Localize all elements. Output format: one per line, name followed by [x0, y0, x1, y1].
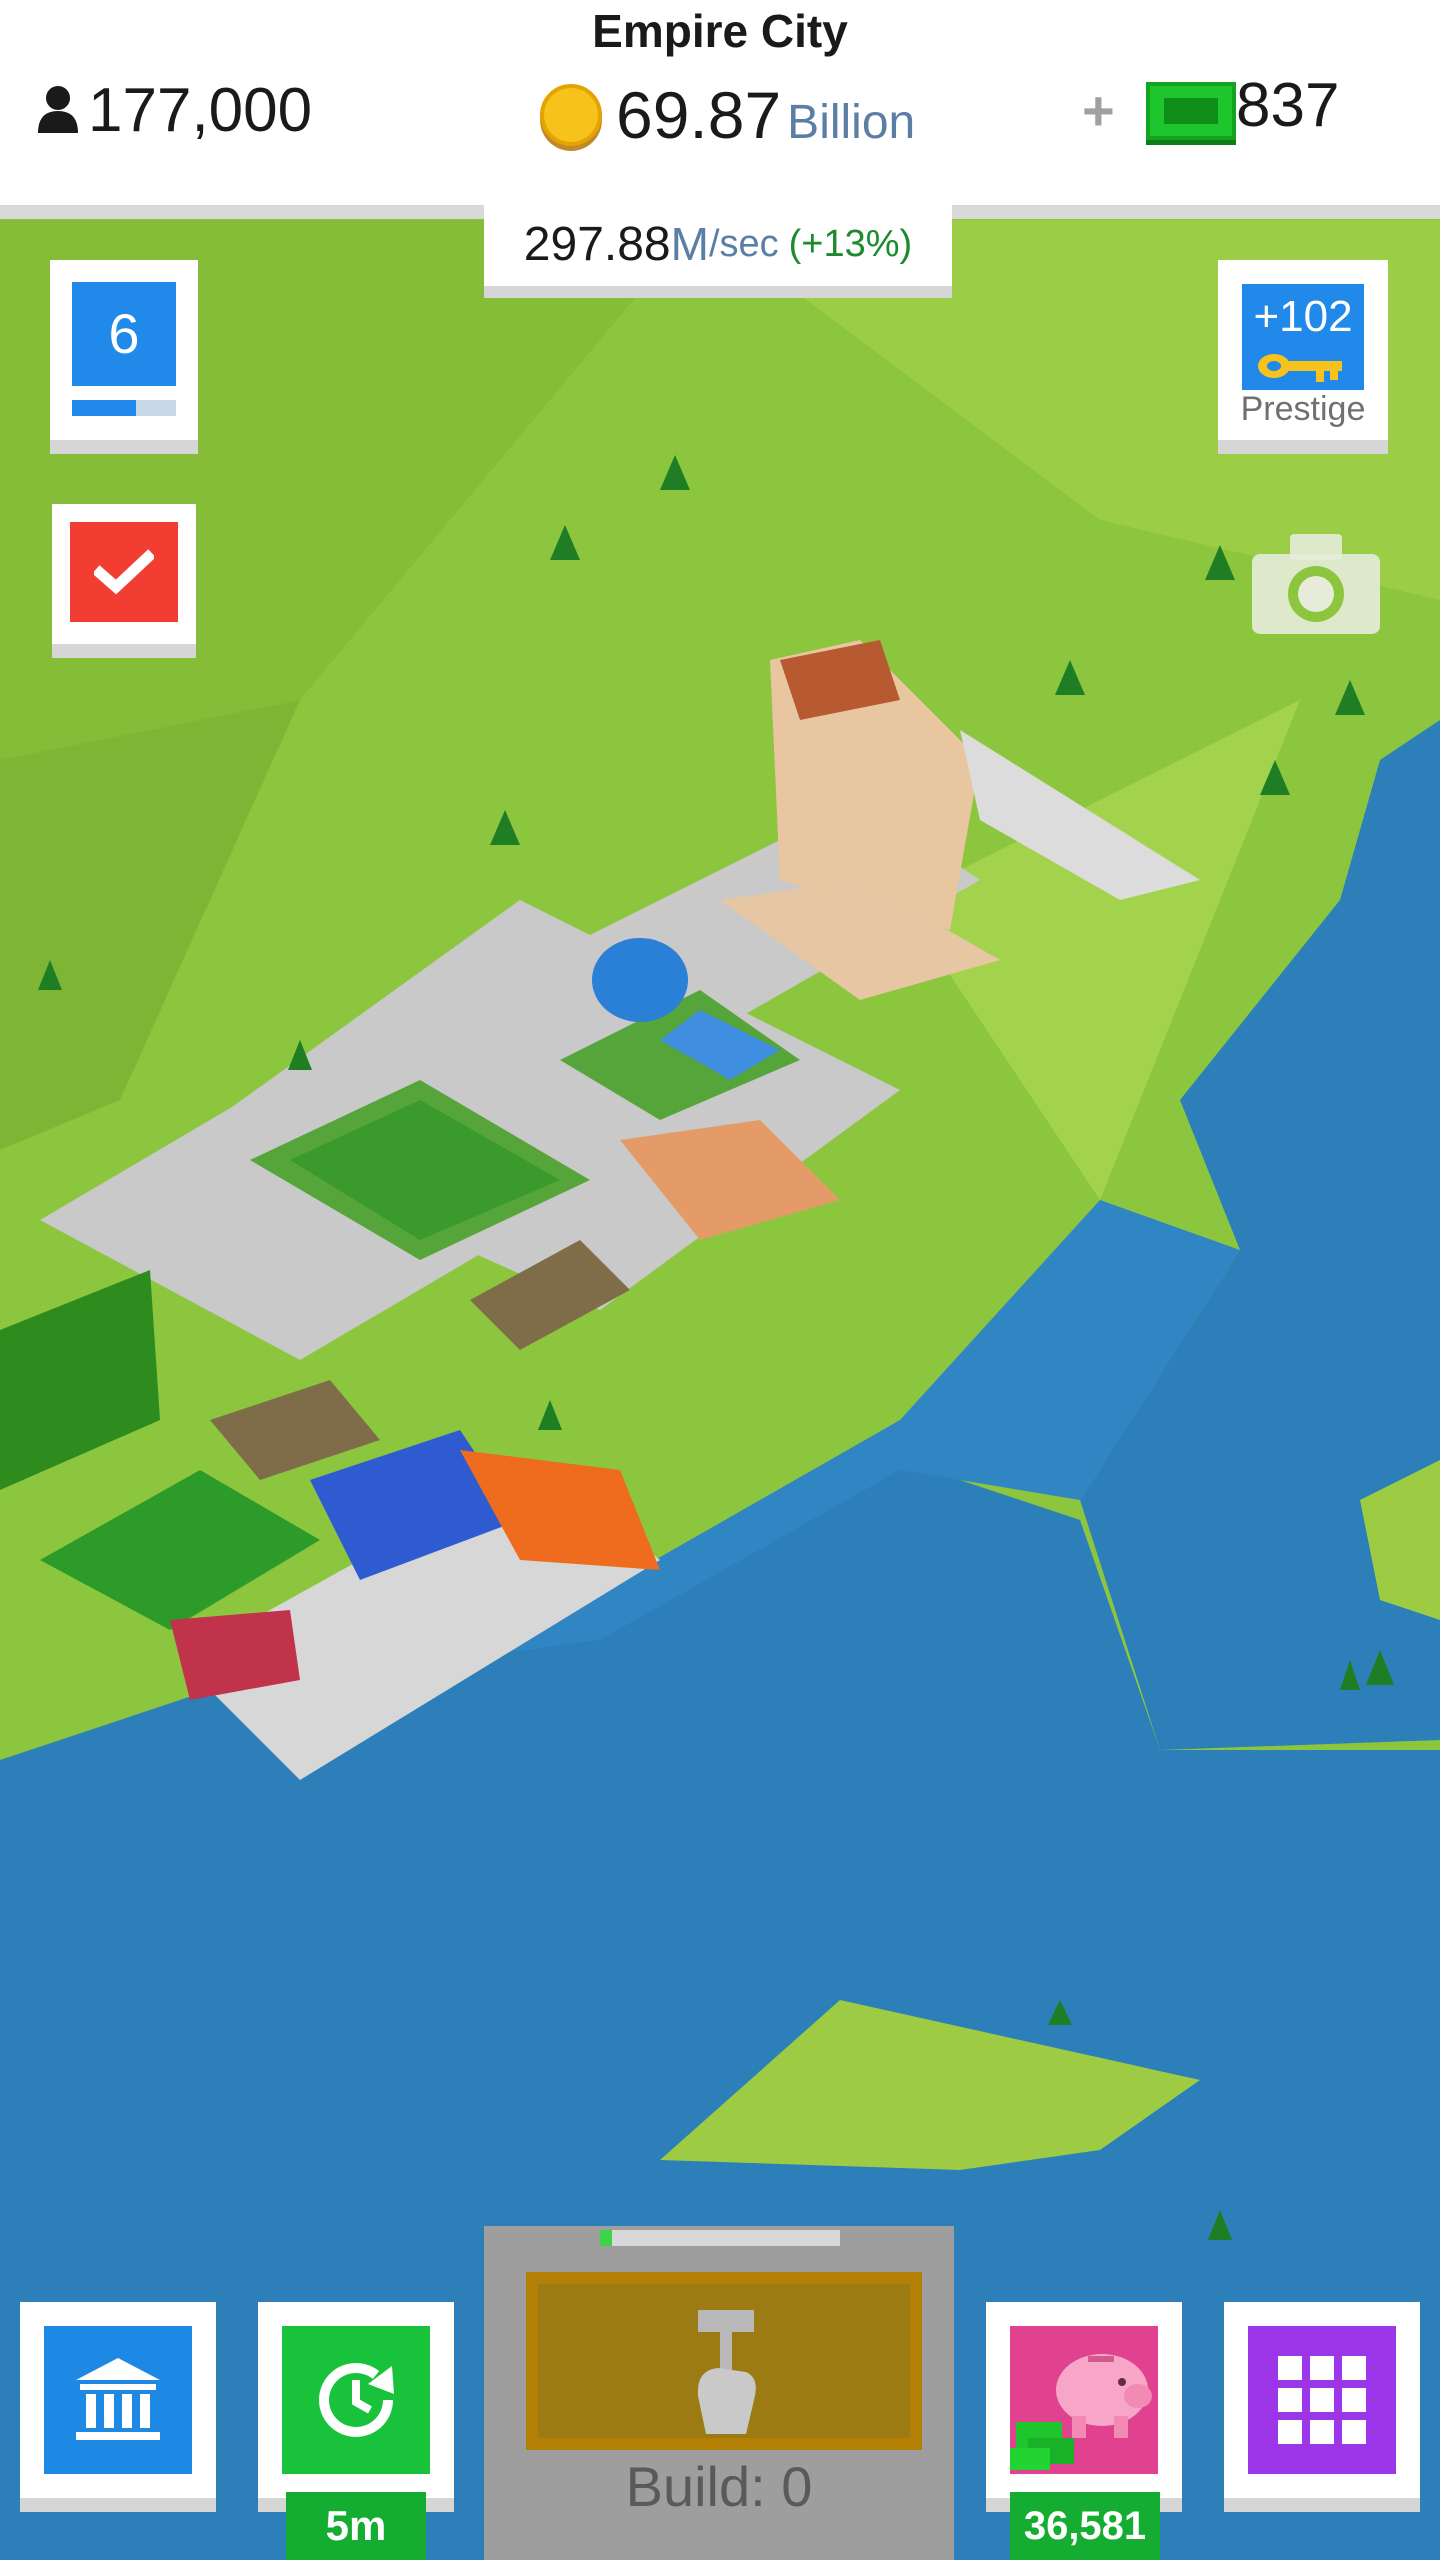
coin-icon — [540, 84, 602, 146]
time-boost-button[interactable] — [258, 2302, 454, 2512]
hammer-hand-icon — [697, 2310, 756, 2434]
rate-per: /sec — [708, 222, 779, 265]
income-rate-box: 297.88 M /sec (+13%) — [484, 202, 952, 298]
menu-grid-button[interactable] — [1224, 2302, 1420, 2512]
build-panel[interactable]: Build: 0 — [484, 2226, 954, 2560]
grid-icon — [1278, 2356, 1366, 2444]
level-number: 6 — [72, 282, 176, 386]
build-progress-bar — [600, 2230, 840, 2246]
prestige-button[interactable]: +102 Prestige — [1218, 260, 1388, 454]
city-name[interactable]: Empire City — [0, 4, 1440, 58]
key-icon — [1258, 354, 1342, 382]
cash-icon[interactable] — [1146, 82, 1236, 140]
build-count-label: Build: 0 — [625, 2455, 813, 2518]
cash-value: 837 — [1236, 71, 1340, 140]
build-button[interactable] — [526, 2272, 922, 2450]
level-button[interactable]: 6 — [50, 260, 198, 454]
prestige-label: Prestige — [1240, 390, 1366, 428]
piggy-bank-icon — [1010, 2354, 1152, 2470]
piggy-bank-button[interactable] — [986, 2302, 1182, 2512]
prestige-keys: +102 — [1253, 292, 1353, 341]
tasks-button[interactable] — [52, 504, 196, 658]
rate-bonus: (+13%) — [788, 222, 913, 265]
person-icon — [38, 86, 78, 133]
piggy-bank-value: 36,581 — [1010, 2492, 1160, 2560]
population-value: 177,000 — [88, 75, 313, 145]
clock-refresh-icon — [319, 2363, 394, 2437]
level-progress-bar — [72, 400, 176, 416]
money-display: 69.87 Billion — [540, 72, 915, 158]
rate-value: 297.88 — [523, 217, 671, 271]
bank-button[interactable] — [20, 2302, 216, 2512]
build-progress-fill — [600, 2230, 612, 2246]
boost-time-label: 5m — [286, 2492, 426, 2560]
money-unit: Billion — [787, 95, 916, 149]
population-display: 177,000 — [36, 72, 312, 148]
level-progress-fill — [72, 400, 137, 416]
rate-unit: M — [670, 218, 709, 270]
add-cash-button[interactable]: + — [1082, 78, 1115, 143]
checkmark-icon — [94, 549, 154, 595]
money-value: 69.87 — [616, 78, 782, 152]
bank-icon — [76, 2358, 160, 2440]
camera-icon[interactable] — [1248, 528, 1384, 638]
